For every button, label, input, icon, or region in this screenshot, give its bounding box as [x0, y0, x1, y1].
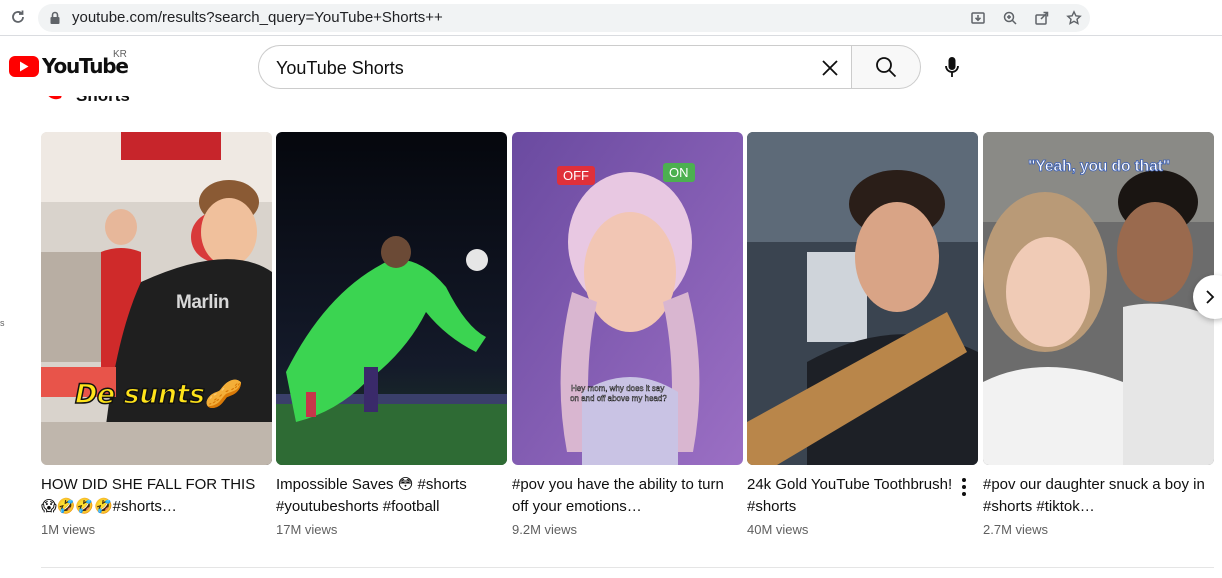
short-title[interactable]: HOW DID SHE FALL FOR THIS 😱🤣🤣🤣#shorts… [41, 474, 266, 518]
install-app-icon[interactable] [968, 8, 988, 28]
short-item[interactable]: OFF ON Hey mom, why does it say on and o… [512, 132, 743, 537]
search-button[interactable] [851, 45, 921, 89]
country-code: KR [113, 49, 127, 60]
short-title[interactable]: Impossible Saves 😳 #shorts #youtubeshort… [276, 474, 501, 518]
search-icon [876, 57, 897, 78]
short-title[interactable]: 24k Gold YouTube Toothbrush! #shorts [747, 474, 972, 518]
share-icon[interactable] [1032, 8, 1052, 28]
overlay-quote: "Yeah, you do that" [1028, 158, 1171, 176]
view-count: 9.2M views [512, 522, 578, 537]
voice-search-button[interactable] [932, 48, 972, 88]
chevron-right-icon [1206, 290, 1215, 304]
short-item[interactable]: Impossible Saves 😳 #shorts #youtubeshort… [276, 132, 507, 537]
search-input[interactable]: YouTube Shorts [258, 45, 852, 89]
section-divider [41, 567, 1214, 568]
zoom-icon[interactable] [1000, 8, 1020, 28]
view-count: 1M views [41, 522, 96, 537]
youtube-play-icon [9, 55, 39, 77]
short-title[interactable]: #pov you have the ability to turn off yo… [512, 474, 737, 518]
lock-icon[interactable] [49, 11, 63, 25]
close-icon [822, 60, 838, 76]
browser-toolbar: youtube.com/results?search_query=YouTube… [0, 0, 1222, 36]
sidebar-fragment: s [0, 318, 5, 328]
on-label: ON [663, 163, 695, 182]
short-thumbnail[interactable] [276, 132, 507, 465]
caption-line-1: Hey mom, why does it say [571, 384, 665, 393]
short-item[interactable]: Marlin De sunts🥜 HOW DID SHE FALL FOR TH… [41, 132, 272, 537]
short-item[interactable]: 24k Gold YouTube Toothbrush! #shorts 40M… [747, 132, 978, 537]
short-thumbnail[interactable]: "Yeah, you do that" [983, 132, 1214, 465]
view-count: 17M views [276, 522, 338, 537]
youtube-header: YouTube KR YouTube Shorts [0, 36, 1222, 96]
clear-search-button[interactable] [814, 52, 846, 84]
youtube-logo[interactable]: YouTube [9, 54, 129, 78]
address-bar[interactable]: youtube.com/results?search_query=YouTube… [38, 4, 1090, 32]
bookmark-star-icon[interactable] [1064, 8, 1084, 28]
shorts-shelf: Marlin De sunts🥜 HOW DID SHE FALL FOR TH… [41, 132, 1214, 542]
short-thumbnail[interactable] [747, 132, 978, 465]
shirt-text: Marlin [176, 292, 229, 313]
reload-icon[interactable] [8, 7, 28, 27]
view-count: 2.7M views [983, 522, 1049, 537]
caption-line-2: on and off above my head? [570, 394, 667, 403]
microphone-icon [945, 57, 959, 77]
short-title[interactable]: #pov our daughter snuck a boy in #shorts… [983, 474, 1208, 518]
search-query-text[interactable]: YouTube Shorts [276, 58, 404, 79]
short-thumbnail[interactable]: Marlin De sunts🥜 [41, 132, 272, 465]
off-label: OFF [557, 166, 595, 185]
view-count: 40M views [747, 522, 809, 537]
short-thumbnail[interactable]: OFF ON Hey mom, why does it say on and o… [512, 132, 743, 465]
url-text[interactable]: youtube.com/results?search_query=YouTube… [72, 9, 443, 26]
overlay-caption: De sunts🥜 [74, 378, 239, 411]
vertical-dots-icon [962, 478, 966, 496]
short-item[interactable]: "Yeah, you do that" #pov our daughter sn… [983, 132, 1214, 537]
more-actions-button[interactable] [956, 474, 972, 500]
